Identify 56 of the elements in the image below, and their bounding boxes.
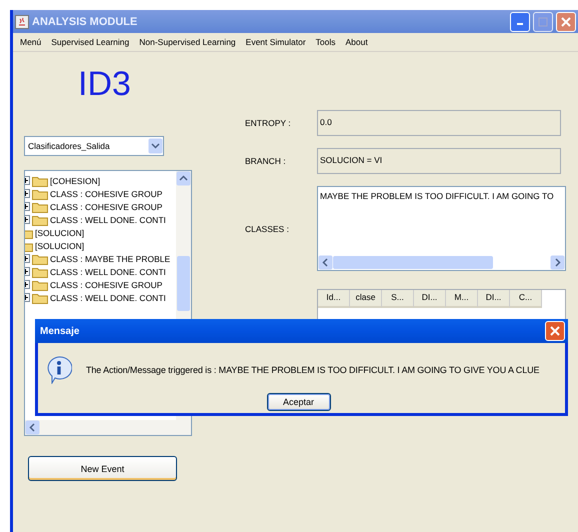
text-field[interactable]: 0.0: [317, 110, 561, 136]
menu-item[interactable]: Tools: [310, 37, 340, 47]
column-header[interactable]: S...: [382, 290, 414, 308]
tree-item[interactable]: [SOLUCION]: [35, 240, 84, 250]
scroll-up-icon[interactable]: [176, 171, 191, 186]
folder-icon: [32, 188, 48, 200]
field-label: CLASSES :: [245, 224, 290, 234]
menu-item[interactable]: Non-Supervised Learning: [134, 37, 241, 47]
tree-item[interactable]: CLASS : WELL DONE. CONTI: [50, 214, 166, 224]
field-label: ENTROPY :: [245, 118, 292, 128]
app-icon: [15, 14, 29, 28]
classifier-dropdown[interactable]: Clasificadores_Salida: [24, 136, 164, 156]
column-header[interactable]: DI...: [478, 290, 510, 308]
folder-icon: [32, 292, 48, 304]
folder-icon: [32, 200, 48, 212]
maximize-icon: [538, 16, 548, 26]
new-event-button[interactable]: New Event: [28, 456, 177, 481]
accept-button[interactable]: Aceptar: [266, 393, 330, 411]
window-title: ANALYSIS MODULE: [32, 16, 138, 28]
tree-item[interactable]: CLASS : WELL DONE. CONTI: [50, 292, 166, 302]
close-icon: [550, 326, 560, 336]
scroll-left-icon[interactable]: [25, 420, 40, 435]
folder-icon: [32, 278, 48, 290]
scroll-right-icon[interactable]: [550, 255, 565, 270]
column-header[interactable]: C...: [510, 290, 542, 308]
menu-item[interactable]: About: [340, 37, 373, 47]
text-field[interactable]: SOLUCION = VI: [317, 148, 561, 174]
column-header[interactable]: DI...: [414, 290, 446, 308]
dialog-title: Mensaje: [40, 326, 80, 336]
info-icon: [46, 356, 72, 384]
menu-item[interactable]: Event Simulator: [240, 37, 311, 47]
tree-item[interactable]: CLASS : WELL DONE. CONTI: [50, 266, 166, 276]
classes-text-area[interactable]: MAYBE THE PROBLEM IS TOO DIFFICULT. I AM GOING TO: [317, 186, 566, 271]
tree-item[interactable]: [SOLUCION]: [35, 228, 84, 238]
minimize-button[interactable]: [510, 12, 530, 32]
folder-icon: [32, 174, 48, 186]
dialog-message: The Action/Message triggered is : MAYBE THE PROBLEM IS TOO DIFFICULT. I AM GOING TO GIVE YOU A CLUE: [86, 365, 540, 375]
scroll-thumb[interactable]: [333, 256, 493, 269]
menu-item[interactable]: Menú: [15, 37, 46, 47]
tree-item[interactable]: CLASS : COHESIVE GROUP: [50, 188, 162, 198]
tree-item[interactable]: CLASS : COHESIVE GROUP: [50, 202, 162, 212]
column-header[interactable]: clase: [350, 290, 382, 308]
algorithm-heading: ID3: [78, 64, 132, 105]
field-label: BRANCH :: [245, 156, 287, 166]
column-header[interactable]: M...: [446, 290, 478, 308]
close-button[interactable]: [545, 321, 565, 341]
tree-item[interactable]: CLASS : COHESIVE GROUP: [50, 280, 162, 290]
scroll-thumb[interactable]: [177, 256, 190, 311]
close-icon: [561, 16, 571, 26]
close-button[interactable]: [556, 12, 576, 32]
tree-item[interactable]: [COHESION]: [50, 176, 100, 186]
folder-icon: [32, 266, 48, 278]
menu-item[interactable]: Supervised Learning: [46, 37, 134, 47]
scroll-left-icon[interactable]: [318, 255, 333, 270]
tree-item[interactable]: CLASS : MAYBE THE PROBLE: [50, 254, 170, 264]
column-header[interactable]: Id...: [318, 290, 350, 308]
